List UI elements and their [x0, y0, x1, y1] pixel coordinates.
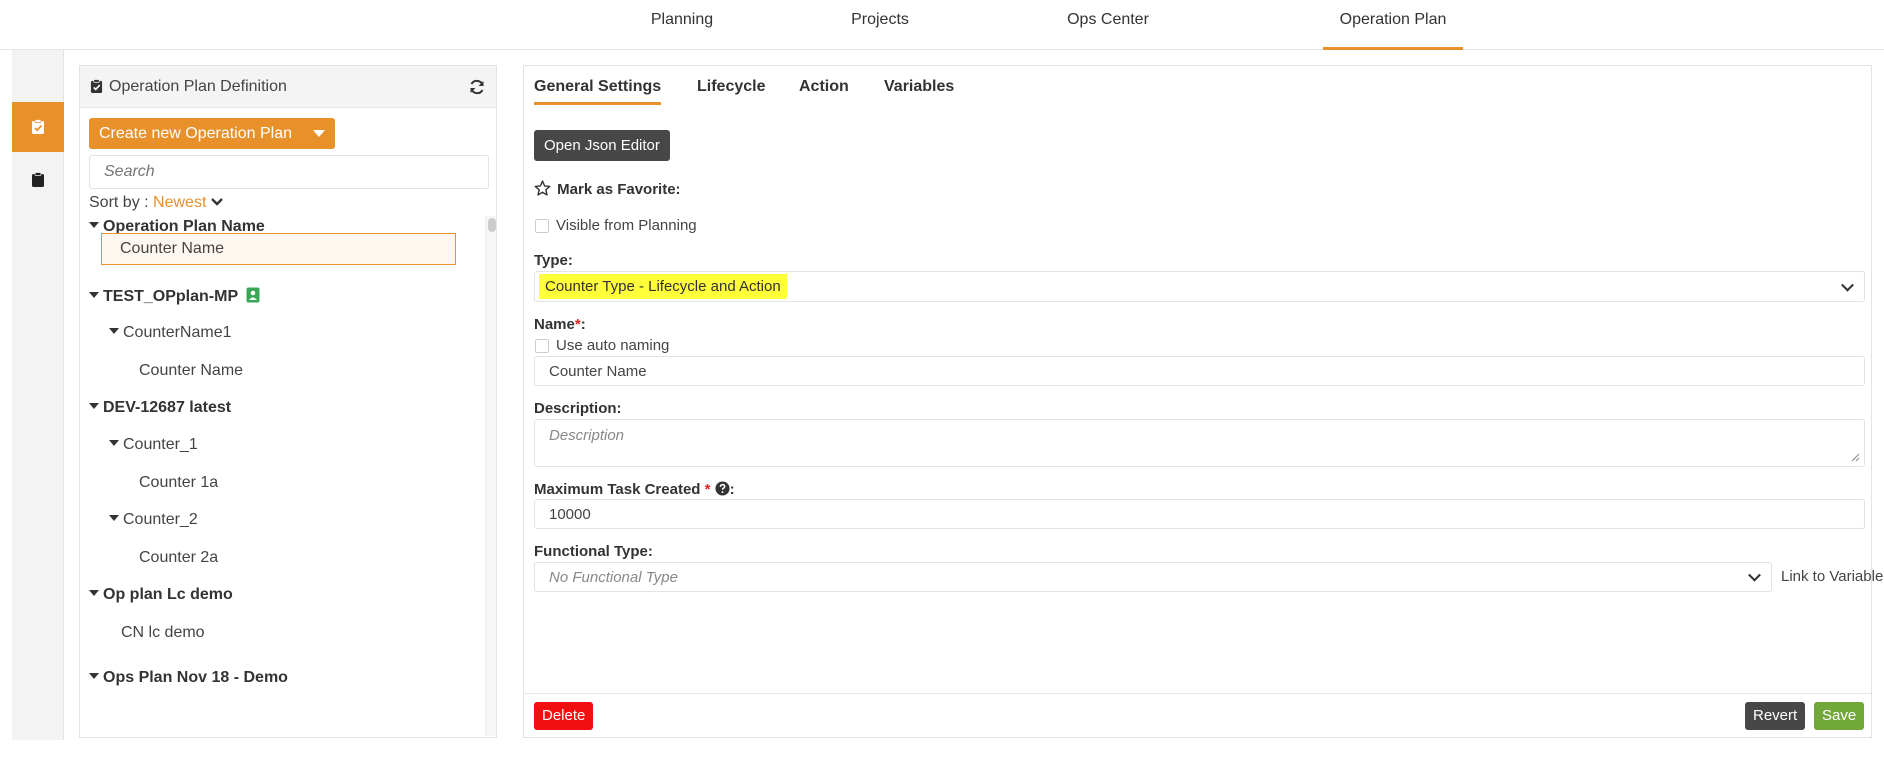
nav-planning[interactable]: Planning	[637, 0, 727, 50]
save-button[interactable]: Save	[1814, 702, 1865, 730]
chevron-down-icon[interactable]	[1748, 568, 1761, 582]
tree-item[interactable]: Counter_2	[109, 511, 198, 529]
rail-definition-button[interactable]	[12, 102, 64, 152]
name-label-row: Name*:	[534, 316, 586, 333]
help-circle-icon[interactable]	[715, 481, 730, 496]
max-task-label-row: Maximum Task Created * :	[534, 481, 735, 498]
description-label: Description:	[534, 400, 622, 417]
tree-scrollbar[interactable]	[485, 216, 496, 736]
tree-item[interactable]: Op plan Lc demo	[89, 586, 233, 604]
max-task-label-suffix: :	[729, 481, 735, 498]
resize-handle-icon[interactable]	[1851, 453, 1860, 462]
name-value: Counter Name	[549, 362, 647, 380]
caret-down-icon[interactable]	[89, 672, 99, 679]
definition-panel: Operation Plan Definition Create new Ope…	[79, 65, 497, 738]
tree-item[interactable]: Counter_1	[109, 436, 198, 454]
sort-label: Sort by :	[89, 194, 149, 211]
nav-operation-plan[interactable]: Operation Plan	[1323, 0, 1463, 50]
tree-item[interactable]: DEV-12687 latest	[89, 399, 231, 417]
caret-down-icon[interactable]	[313, 130, 325, 137]
revert-button[interactable]: Revert	[1745, 702, 1806, 730]
definition-panel-title: Operation Plan Definition	[109, 77, 287, 95]
max-task-input[interactable]: 10000	[534, 499, 1865, 529]
top-nav: Planning Projects Ops Center Operation P…	[0, 0, 1884, 50]
max-task-value: 10000	[549, 505, 591, 523]
caret-down-icon[interactable]	[89, 589, 99, 596]
chevron-down-icon[interactable]	[210, 197, 223, 207]
sort-by: Sort by : Newest	[89, 194, 223, 212]
delete-button[interactable]: Delete	[534, 702, 594, 730]
tree-item[interactable]: Counter Name	[139, 362, 243, 380]
functional-type-label: Functional Type:	[534, 543, 653, 560]
tree-item-selected[interactable]: Counter Name	[101, 233, 456, 265]
chevron-down-icon[interactable]	[1841, 278, 1854, 292]
name-label: Name	[534, 316, 575, 333]
favorite-row: Mark as Favorite:	[534, 180, 681, 198]
visible-from-planning-label: Visible from Planning	[556, 217, 697, 234]
rail-clipboard-button[interactable]	[12, 155, 64, 205]
type-value: Counter Type - Lifecycle and Action	[539, 274, 787, 299]
tree-item[interactable]: CN lc demo	[121, 624, 205, 642]
description-textarea[interactable]: Description	[534, 419, 1865, 467]
functional-type-value: No Functional Type	[549, 568, 678, 586]
star-outline-icon[interactable]	[534, 180, 551, 196]
tree-item[interactable]: Counter 2a	[139, 549, 218, 567]
caret-down-icon[interactable]	[89, 221, 99, 228]
type-select[interactable]: Counter Type - Lifecycle and Action	[534, 271, 1865, 302]
open-json-editor-button[interactable]: Open Json Editor	[534, 130, 670, 161]
tree-item[interactable]: CounterName1	[109, 324, 232, 342]
caret-down-icon[interactable]	[109, 439, 119, 446]
icon-rail	[12, 50, 64, 740]
caret-down-icon[interactable]	[89, 291, 99, 298]
settings-panel: General Settings Lifecycle Action Variab…	[523, 65, 1883, 738]
definition-panel-header: Operation Plan Definition	[80, 66, 496, 108]
tab-variables[interactable]: Variables	[884, 78, 954, 102]
name-input[interactable]: Counter Name	[534, 356, 1865, 386]
search-input[interactable]	[89, 155, 489, 189]
auto-naming-label: Use auto naming	[556, 337, 670, 354]
create-operation-plan-label: Create new Operation Plan	[99, 124, 292, 142]
refresh-icon[interactable]	[468, 78, 486, 96]
clipboard-check-icon	[32, 119, 44, 134]
nav-projects[interactable]: Projects	[840, 0, 920, 50]
type-label: Type:	[534, 252, 573, 269]
tab-action[interactable]: Action	[799, 78, 849, 102]
clipboard-icon	[32, 172, 44, 187]
tree-item[interactable]: Counter 1a	[139, 474, 218, 492]
favorite-label: Mark as Favorite:	[557, 181, 681, 198]
create-operation-plan-button[interactable]: Create new Operation Plan	[89, 118, 335, 149]
nav-ops-center[interactable]: Ops Center	[1058, 0, 1158, 50]
clipboard-check-icon	[90, 79, 103, 93]
form-footer: Delete Revert Save	[524, 693, 1871, 737]
required-mark: *	[704, 481, 711, 498]
visible-from-planning-checkbox[interactable]	[535, 219, 549, 233]
tree-item[interactable]: Ops Plan Nov 18 - Demo	[89, 669, 288, 687]
caret-down-icon[interactable]	[89, 402, 99, 409]
tree-item[interactable]: TEST_OPplan-MP	[89, 287, 260, 306]
tab-lifecycle[interactable]: Lifecycle	[697, 78, 765, 102]
max-task-label: Maximum Task Created	[534, 481, 701, 498]
auto-naming-checkbox[interactable]	[535, 339, 549, 353]
link-to-variable[interactable]: Link to Variable	[1781, 568, 1884, 585]
link-to-variable-label: Link to Variable	[1781, 568, 1884, 585]
caret-down-icon[interactable]	[109, 327, 119, 334]
description-placeholder: Description	[549, 427, 625, 444]
tree-scrollbar-thumb[interactable]	[488, 218, 496, 232]
functional-type-select[interactable]: No Functional Type	[534, 562, 1772, 592]
name-label-suffix: :	[580, 316, 586, 333]
caret-down-icon[interactable]	[109, 514, 119, 521]
user-badge-icon	[246, 287, 260, 303]
sort-value[interactable]: Newest	[153, 194, 206, 211]
tab-general-settings[interactable]: General Settings	[534, 78, 662, 105]
